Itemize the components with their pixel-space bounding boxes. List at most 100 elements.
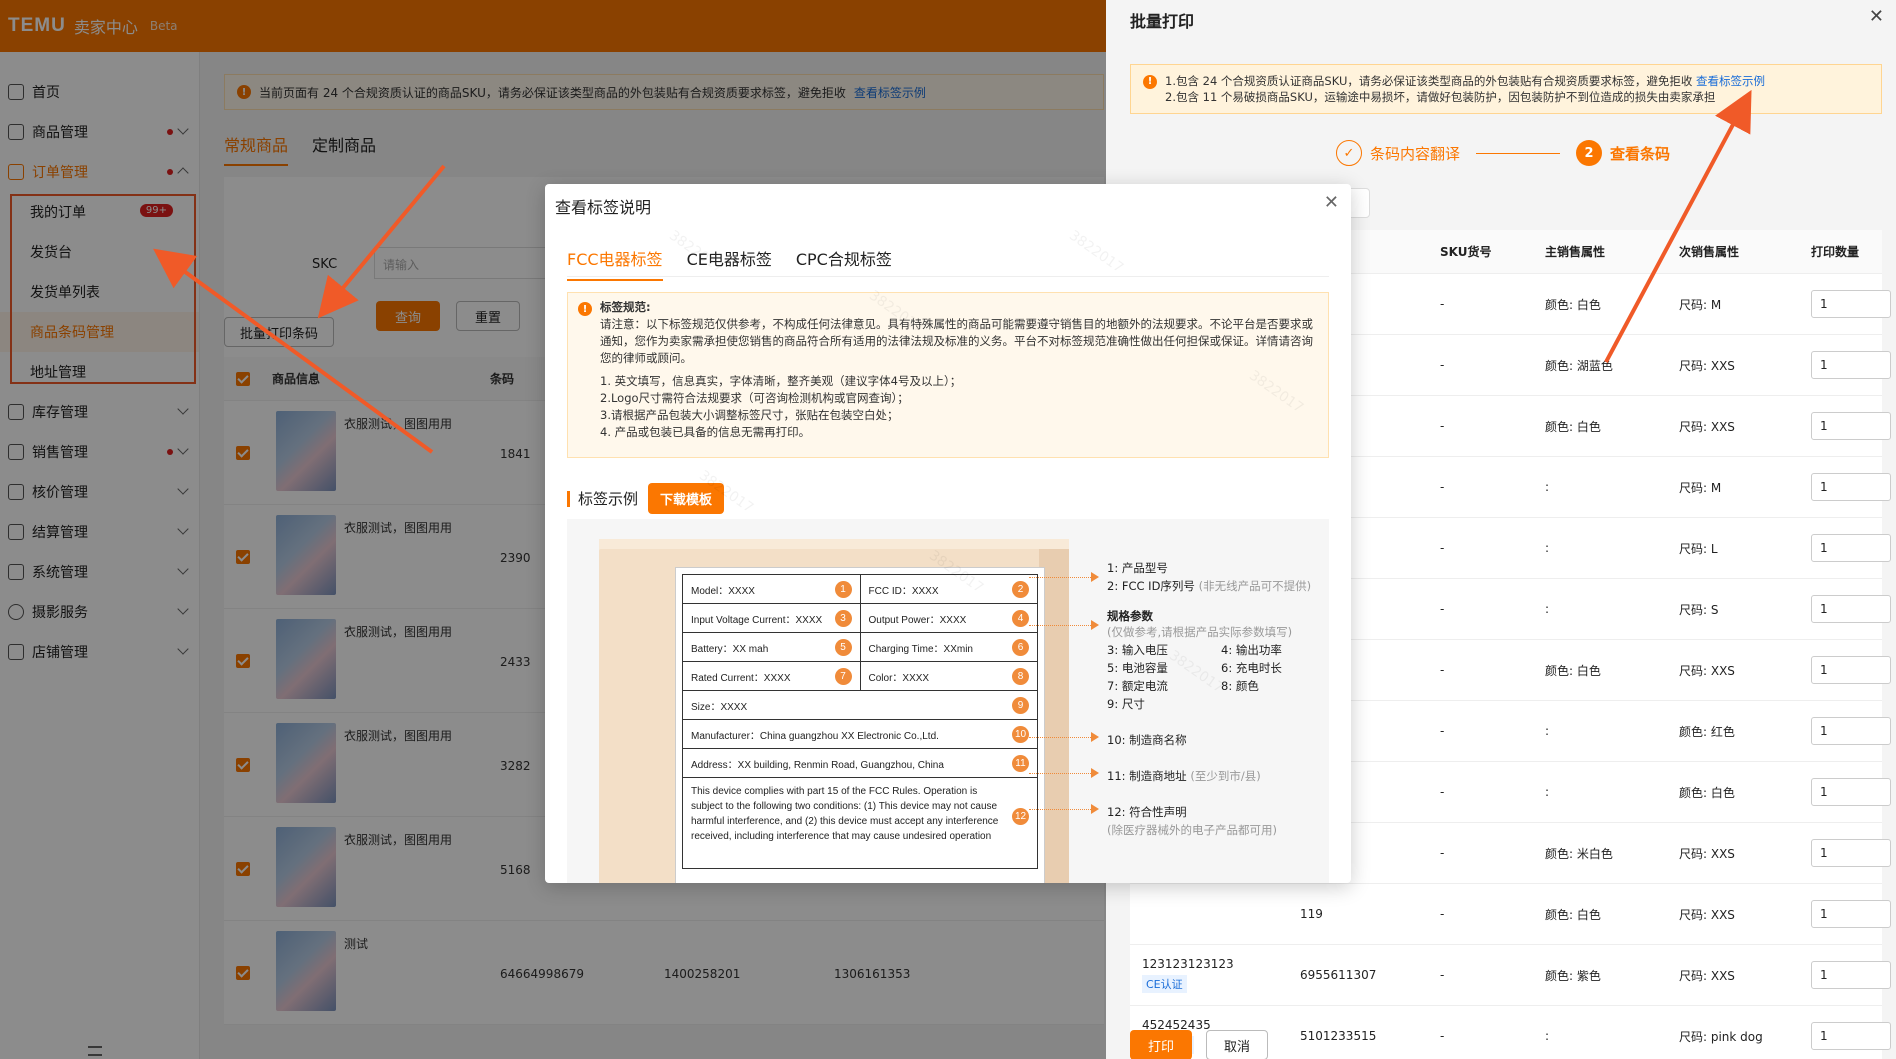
row-checkbox[interactable] <box>236 757 250 772</box>
table-row: 123123123123 CE认证 6955611307 - 颜色: 紫色 尺码: XXS… <box>1130 945 1891 1006</box>
sidebar-item-inventory[interactable]: 库存管理 <box>0 392 199 432</box>
close-icon[interactable]: ✕ <box>1324 192 1339 213</box>
batch-print-barcode-button[interactable]: 批量打印条码 <box>224 317 334 347</box>
sidebar-item-my-orders[interactable]: 我的订单 99+ <box>0 192 199 232</box>
sidebar-item-address[interactable]: 地址管理 <box>0 352 199 392</box>
print-quantity-input[interactable]: 1 <box>1811 473 1891 501</box>
column-header: 商品信息 <box>272 372 321 386</box>
sku-number: - <box>1440 1029 1445 1043</box>
sku-number: - <box>1440 968 1445 982</box>
step-number: 2 <box>1576 140 1603 166</box>
print-quantity-input[interactable]: 1 <box>1811 900 1891 928</box>
tab-custom-products[interactable]: 定制商品 <box>312 132 376 166</box>
sku-number: - <box>1440 846 1445 860</box>
wallet-icon <box>8 524 24 540</box>
row-checkbox[interactable] <box>236 549 250 564</box>
sidebar-item-settlement[interactable]: 结算管理 <box>0 512 199 552</box>
legend-item: 8: 颜色 <box>1221 679 1259 693</box>
menu-collapse-icon[interactable] <box>88 1046 102 1056</box>
main-attribute: : <box>1545 602 1550 616</box>
sidebar-item-sales[interactable]: 销售管理 <box>0 432 199 472</box>
label-field-text: Address：XX building, Renmin Road, Guangz… <box>691 759 944 771</box>
sidebar-item-label: 结算管理 <box>32 525 88 541</box>
close-icon[interactable]: ✕ <box>1869 6 1884 27</box>
reset-button[interactable]: 重置 <box>456 301 520 331</box>
print-quantity-input[interactable]: 1 <box>1811 778 1891 806</box>
store-icon <box>8 644 24 660</box>
legend-item: 9: 尺寸 <box>1107 697 1145 711</box>
sidebar-item-barcode-management[interactable]: 商品条码管理 <box>0 312 199 352</box>
product-image <box>276 723 336 803</box>
sidebar-item-shipping-desk[interactable]: 发货台 <box>0 232 199 272</box>
legend-item: 6: 充电时长 <box>1221 661 1282 675</box>
print-button[interactable]: 打印 <box>1130 1030 1192 1059</box>
product-name: 衣服测试，图图用用 <box>344 833 453 847</box>
main-attribute: : <box>1545 541 1550 555</box>
sidebar-item-label: 商品条码管理 <box>30 325 114 341</box>
main-attribute: 颜色: 白色 <box>1545 907 1601 922</box>
label-guide-modal: 查看标签说明 ✕ FCC电器标签 CE电器标签 CPC合规标签 ! 标签规范: … <box>545 184 1351 883</box>
sub-attribute: 尺码: XXS <box>1679 419 1735 434</box>
label-field: Model：XXXX 1 <box>683 575 861 603</box>
sub-attribute: 尺码: XXS <box>1679 846 1735 861</box>
print-quantity-input[interactable]: 1 <box>1811 961 1891 989</box>
sidebar-item-home[interactable]: 首页 <box>0 72 199 112</box>
sidebar-item-system[interactable]: 系统管理 <box>0 552 199 592</box>
print-quantity-input[interactable]: 1 <box>1811 839 1891 867</box>
pointer-arrow <box>1029 804 1099 814</box>
sidebar-item-products[interactable]: 商品管理 <box>0 112 199 152</box>
pointer-arrow <box>1029 768 1099 778</box>
column-header: 条码 <box>490 372 515 386</box>
section-marker <box>567 490 570 507</box>
tab-regular-products[interactable]: 常规商品 <box>224 132 289 166</box>
print-quantity-input[interactable]: 1 <box>1811 656 1891 684</box>
inventory-icon <box>8 404 24 420</box>
check-icon: ✓ <box>1336 140 1362 166</box>
download-template-button[interactable]: 下载模板 <box>648 483 725 514</box>
sidebar-item-pricing[interactable]: 核价管理 <box>0 472 199 512</box>
home-icon <box>8 84 24 100</box>
temu-logo[interactable]: TEMU <box>8 15 66 37</box>
sidebar-item-label: 订单管理 <box>32 165 88 181</box>
sub-attribute: 尺码: XXS <box>1679 663 1735 678</box>
select-all-checkbox[interactable] <box>236 371 250 386</box>
label-table: Model：XXXX 1 FCC ID：XXXX 2 Input Voltage Cur… <box>682 574 1038 869</box>
chart-icon <box>8 444 24 460</box>
main-attribute: 颜色: 白色 <box>1545 297 1601 312</box>
sidebar-item-photo[interactable]: 摄影服务 <box>0 592 199 632</box>
sub-attribute: 尺码: pink dog <box>1679 1029 1763 1044</box>
main-attribute: 颜色: 紫色 <box>1545 968 1601 983</box>
print-quantity-input[interactable]: 1 <box>1811 595 1891 623</box>
field-number-badge: 1 <box>834 581 852 598</box>
print-quantity-input[interactable]: 1 <box>1811 412 1891 440</box>
row-checkbox[interactable] <box>236 861 250 876</box>
sidebar-item-orders[interactable]: 订单管理 <box>0 152 199 192</box>
label-field-text: Input Voltage Current：XXXX <box>691 614 823 626</box>
sidebar-item-label: 首页 <box>32 85 60 101</box>
print-quantity-input[interactable]: 1 <box>1811 290 1891 318</box>
label-field: Rated Current：XXXX 7 <box>683 662 861 690</box>
sub-attribute: 尺码: XXS <box>1679 907 1735 922</box>
label-row: Rated Current：XXXX 7 Color：XXXX 8 <box>683 662 1037 691</box>
row-checkbox[interactable] <box>236 653 250 668</box>
label-field-text: FCC ID：XXXX <box>868 585 939 597</box>
row-checkbox[interactable] <box>236 445 250 460</box>
seller-center-title: 卖家中心 <box>73 18 138 37</box>
print-quantity-input[interactable]: 1 <box>1811 351 1891 379</box>
view-label-example-link[interactable]: 查看标签示例 <box>854 84 926 101</box>
query-button[interactable]: 查询 <box>376 301 440 331</box>
cancel-button[interactable]: 取消 <box>1206 1030 1268 1059</box>
drawer-footer: 打印 取消 <box>1130 1030 1268 1059</box>
print-quantity-input[interactable]: 1 <box>1811 1022 1891 1050</box>
sidebar-item-store[interactable]: 店铺管理 <box>0 632 199 672</box>
chevron-down-icon <box>177 123 189 135</box>
row-checkbox[interactable] <box>236 965 250 980</box>
sidebar-item-shipment-list[interactable]: 发货单列表 <box>0 272 199 312</box>
main-attribute: 颜色: 湖蓝色 <box>1545 358 1613 373</box>
print-quantity-input[interactable]: 1 <box>1811 534 1891 562</box>
print-quantity-input[interactable]: 1 <box>1811 717 1891 745</box>
pointer-arrow <box>1029 620 1099 630</box>
legend-item: 4: 输出功率 <box>1221 643 1282 657</box>
view-label-example-link[interactable]: 查看标签示例 <box>1696 74 1765 88</box>
main-attribute: : <box>1545 785 1550 799</box>
